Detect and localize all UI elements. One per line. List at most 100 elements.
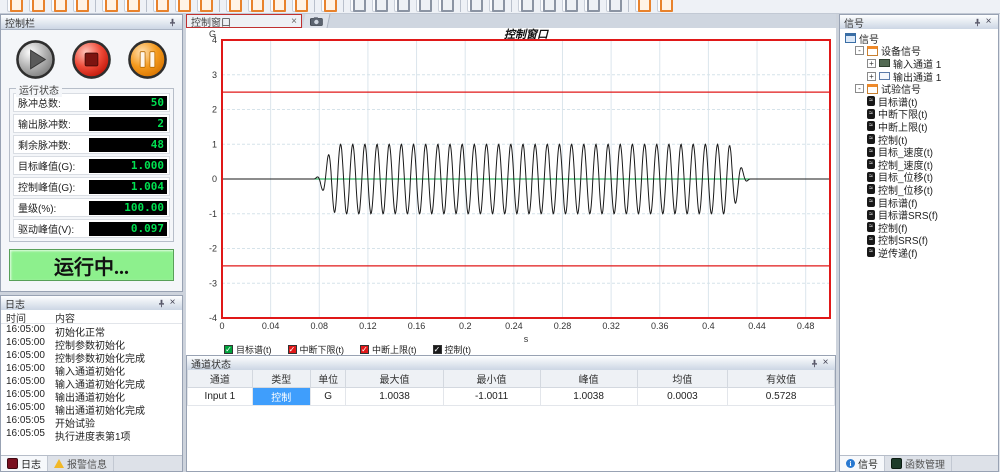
fit-height-icon[interactable] — [540, 0, 556, 12]
save-icon[interactable] — [51, 0, 67, 12]
checkbox-icon[interactable]: ✓ — [224, 345, 233, 354]
close-icon[interactable] — [657, 0, 673, 12]
fit-width-icon[interactable] — [518, 0, 534, 12]
collapse-icon[interactable]: - — [855, 46, 864, 55]
close-icon[interactable]: × — [167, 298, 178, 309]
toolbar-separator — [314, 0, 315, 12]
tab-close-icon[interactable]: × — [291, 16, 297, 27]
tree-item-signal[interactable]: ≈逆传递(f) — [867, 246, 998, 259]
pin-icon[interactable] — [809, 358, 820, 369]
checkbox-icon[interactable]: ✓ — [288, 345, 297, 354]
test-signals-icon — [867, 84, 878, 94]
field-label: 输出脉冲数: — [18, 116, 71, 131]
open-icon[interactable] — [29, 0, 45, 12]
control-bar-title: 控制栏 — [5, 15, 167, 30]
tree-root-signal[interactable]: 信号 — [845, 32, 998, 45]
window-cascade-icon[interactable] — [467, 0, 483, 12]
close-icon[interactable]: × — [820, 358, 831, 369]
stop-button[interactable] — [71, 39, 112, 80]
channel-status-titlebar: 通道状态 × — [187, 356, 835, 371]
field-label: 驱动峰值(V): — [18, 221, 74, 236]
pin-icon[interactable] — [156, 298, 167, 309]
waveform-icon: ≈ — [867, 235, 875, 245]
lcd-value: 0.097 — [89, 222, 167, 236]
table-row[interactable]: Input 1 控制 G 1.0038 -1.0011 1.0038 0.000… — [188, 388, 835, 406]
log-icon — [7, 458, 18, 469]
checkbox-icon[interactable]: ✓ — [433, 345, 442, 354]
play-button[interactable] — [15, 39, 56, 80]
toolbar-separator — [343, 0, 344, 12]
log-row[interactable]: 16:05:05开始试验 — [1, 415, 182, 428]
cell-peak: 1.0038 — [540, 388, 637, 406]
pin-icon[interactable] — [972, 17, 983, 28]
transfer-icon[interactable] — [292, 0, 308, 12]
collapse-icon[interactable]: - — [855, 84, 864, 93]
zoom-out-icon[interactable] — [606, 0, 622, 12]
expand-icon[interactable]: + — [867, 59, 876, 68]
tree-group-test-signals[interactable]: - 试验信号 — [855, 82, 998, 95]
fit-page-icon[interactable] — [562, 0, 578, 12]
tab-log[interactable]: 日志 — [1, 456, 48, 471]
window-tile-icon[interactable] — [489, 0, 505, 12]
cell-mean: 0.0003 — [637, 388, 728, 406]
schedule-icon[interactable] — [197, 0, 213, 12]
level-b-icon[interactable] — [248, 0, 264, 12]
svg-text:1: 1 — [212, 139, 217, 149]
transport-buttons — [1, 30, 182, 84]
output-channel-icon — [879, 72, 890, 80]
field-label: 脉冲总数: — [18, 95, 61, 110]
log-row[interactable]: 16:05:00输入通道初始化 — [1, 363, 182, 376]
waveform-icon: ≈ — [867, 134, 875, 144]
pause-button[interactable] — [127, 39, 168, 80]
channel-status-panel: 通道状态 × 通道 类型 单位 最大值 最 — [186, 355, 836, 472]
log-row[interactable]: 16:05:00输出通道初始化 — [1, 389, 182, 402]
control-chart-area[interactable]: 00.040.080.120.160.20.240.280.320.360.40… — [186, 28, 836, 355]
level-c-icon[interactable] — [270, 0, 286, 12]
close-icon[interactable]: × — [983, 17, 994, 28]
log-row[interactable]: 16:05:00初始化正常 — [1, 324, 182, 337]
favorites-icon[interactable] — [153, 0, 169, 12]
refresh-icon[interactable] — [635, 0, 651, 12]
snapshot-tab[interactable] — [303, 14, 331, 28]
chart-view-2-icon[interactable] — [438, 0, 454, 12]
layout-grid-2-icon[interactable] — [372, 0, 388, 12]
waveform-icon: ≈ — [867, 96, 875, 106]
tab-alarm-info[interactable]: 报警信息 — [48, 456, 114, 471]
signal-wave-icon[interactable] — [321, 0, 337, 12]
cell-type: 控制 — [252, 388, 310, 406]
log-row[interactable]: 16:05:00输出通道初始化完成 — [1, 402, 182, 415]
tab-function-manager[interactable]: 函数管理 — [885, 456, 952, 471]
signal-tree[interactable]: 信号 - 设备信号 + 输入通道 1 + 输出通道 1 - 试验信号 — [840, 29, 998, 456]
log-row[interactable]: 16:05:00控制参数初始化完成 — [1, 350, 182, 363]
log-row[interactable]: 16:05:05执行进度表第1项 — [1, 428, 182, 441]
print-icon[interactable] — [102, 0, 118, 12]
log-row[interactable]: 16:05:00输入通道初始化完成 — [1, 376, 182, 389]
tab-control-window[interactable]: 控制窗口 × — [186, 14, 302, 28]
field-drive-peak: 驱动峰值(V): 0.097 — [13, 219, 170, 238]
field-control-peak: 控制峰值(G): 1.004 — [13, 177, 170, 196]
layout-grid-1-icon[interactable] — [350, 0, 366, 12]
expand-icon[interactable]: + — [867, 72, 876, 81]
tab-signal[interactable]: i 信号 — [840, 456, 885, 471]
new-icon[interactable] — [7, 0, 23, 12]
lcd-value: 50 — [89, 96, 167, 110]
waveform-icon: ≈ — [867, 197, 875, 207]
chart-view-1-icon[interactable] — [416, 0, 432, 12]
signal-title: 信号 — [844, 15, 972, 30]
layout-grid-3-icon[interactable] — [394, 0, 410, 12]
save-all-icon[interactable] — [73, 0, 89, 12]
log-list[interactable]: 时间 内容 16:05:00初始化正常 16:05:00控制参数初始化 16:0… — [1, 310, 182, 456]
print-preview-icon[interactable] — [124, 0, 140, 12]
checkbox-icon[interactable]: ✓ — [360, 345, 369, 354]
svg-text:0.12: 0.12 — [359, 321, 377, 331]
toolbar-separator — [146, 0, 147, 12]
log-dock-tabs: 日志 报警信息 — [1, 455, 182, 471]
svg-text:3: 3 — [212, 70, 217, 80]
pin-icon[interactable] — [167, 17, 178, 28]
channel-status-table: 通道 类型 单位 最大值 最小值 峰值 均值 有效值 Input 1 控制 G … — [187, 370, 835, 406]
pie-view-icon[interactable] — [175, 0, 191, 12]
zoom-in-icon[interactable] — [584, 0, 600, 12]
main-toolbar — [0, 0, 1000, 14]
level-a-icon[interactable] — [226, 0, 242, 12]
log-row[interactable]: 16:05:00控制参数初始化 — [1, 337, 182, 350]
